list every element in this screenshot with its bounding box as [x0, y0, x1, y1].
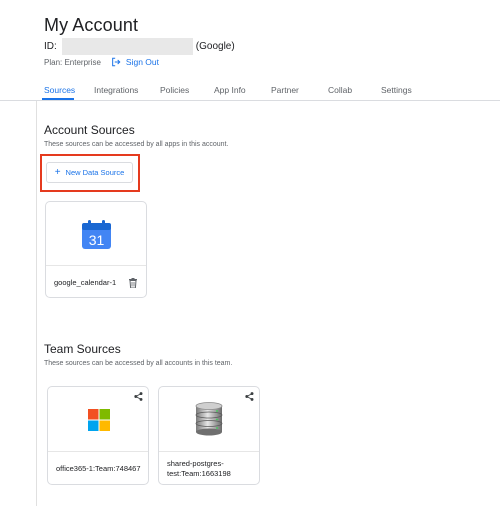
plan-label: Plan: Enterprise	[44, 57, 101, 67]
card-label: google_calendar-1	[54, 278, 117, 287]
card-label-line2: test:Team:1663198	[167, 469, 231, 478]
card-label-line1: shared-postgres-	[167, 459, 224, 468]
page-title: My Account	[44, 15, 139, 35]
source-card-office365[interactable]: office365-1:Team:748467	[47, 386, 149, 485]
sign-out-icon	[112, 57, 121, 67]
account-sources-subtitle: These sources can be accessed by all app…	[44, 141, 229, 148]
tab-app-info[interactable]: App Info	[214, 85, 246, 95]
active-tab-indicator	[42, 98, 74, 100]
sign-out-label: Sign Out	[125, 57, 159, 67]
team-sources-title: Team Sources	[44, 342, 121, 356]
trash-icon[interactable]	[129, 278, 137, 288]
share-icon[interactable]	[134, 392, 143, 401]
share-icon[interactable]	[245, 392, 254, 401]
source-card-shared-postgres[interactable]: shared-postgres- test:Team:1663198	[158, 386, 260, 485]
calendar-day-text: 31	[89, 232, 105, 248]
account-header: My Account	[44, 15, 138, 36]
card-image-area	[48, 387, 148, 452]
new-data-source-label: New Data Source	[65, 168, 125, 177]
tab-partner[interactable]: Partner	[271, 85, 299, 95]
microsoft-icon	[88, 409, 110, 431]
card-image-area: 31	[46, 202, 146, 266]
id-provider: (Google)	[195, 41, 235, 52]
plus-icon: +	[54, 166, 61, 178]
sign-out-link[interactable]: Sign Out	[111, 57, 159, 67]
tab-collab[interactable]: Collab	[328, 85, 352, 95]
tab-bar: Sources Integrations Policies App Info P…	[0, 78, 500, 101]
id-label: ID:	[44, 41, 57, 52]
account-id-redacted	[61, 38, 193, 55]
new-data-source-button[interactable]: + New Data Source	[46, 162, 133, 183]
account-id-row: ID: (Google)	[44, 38, 235, 55]
card-label: shared-postgres- test:Team:1663198	[167, 459, 231, 479]
team-sources-subtitle: These sources can be accessed by all acc…	[44, 360, 233, 367]
card-image-area	[159, 387, 259, 452]
database-icon	[195, 402, 223, 436]
tab-settings[interactable]: Settings	[381, 85, 412, 95]
plan-row: Plan: Enterprise Sign Out	[44, 57, 159, 67]
card-label: office365-1:Team:748467	[56, 464, 141, 473]
source-card-google-calendar[interactable]: 31 google_calendar-1	[45, 201, 147, 298]
tab-policies[interactable]: Policies	[160, 85, 189, 95]
tab-sources[interactable]: Sources	[44, 85, 75, 95]
tab-integrations[interactable]: Integrations	[94, 85, 138, 95]
google-calendar-icon: 31	[82, 220, 111, 249]
account-sources-title: Account Sources	[44, 123, 135, 137]
